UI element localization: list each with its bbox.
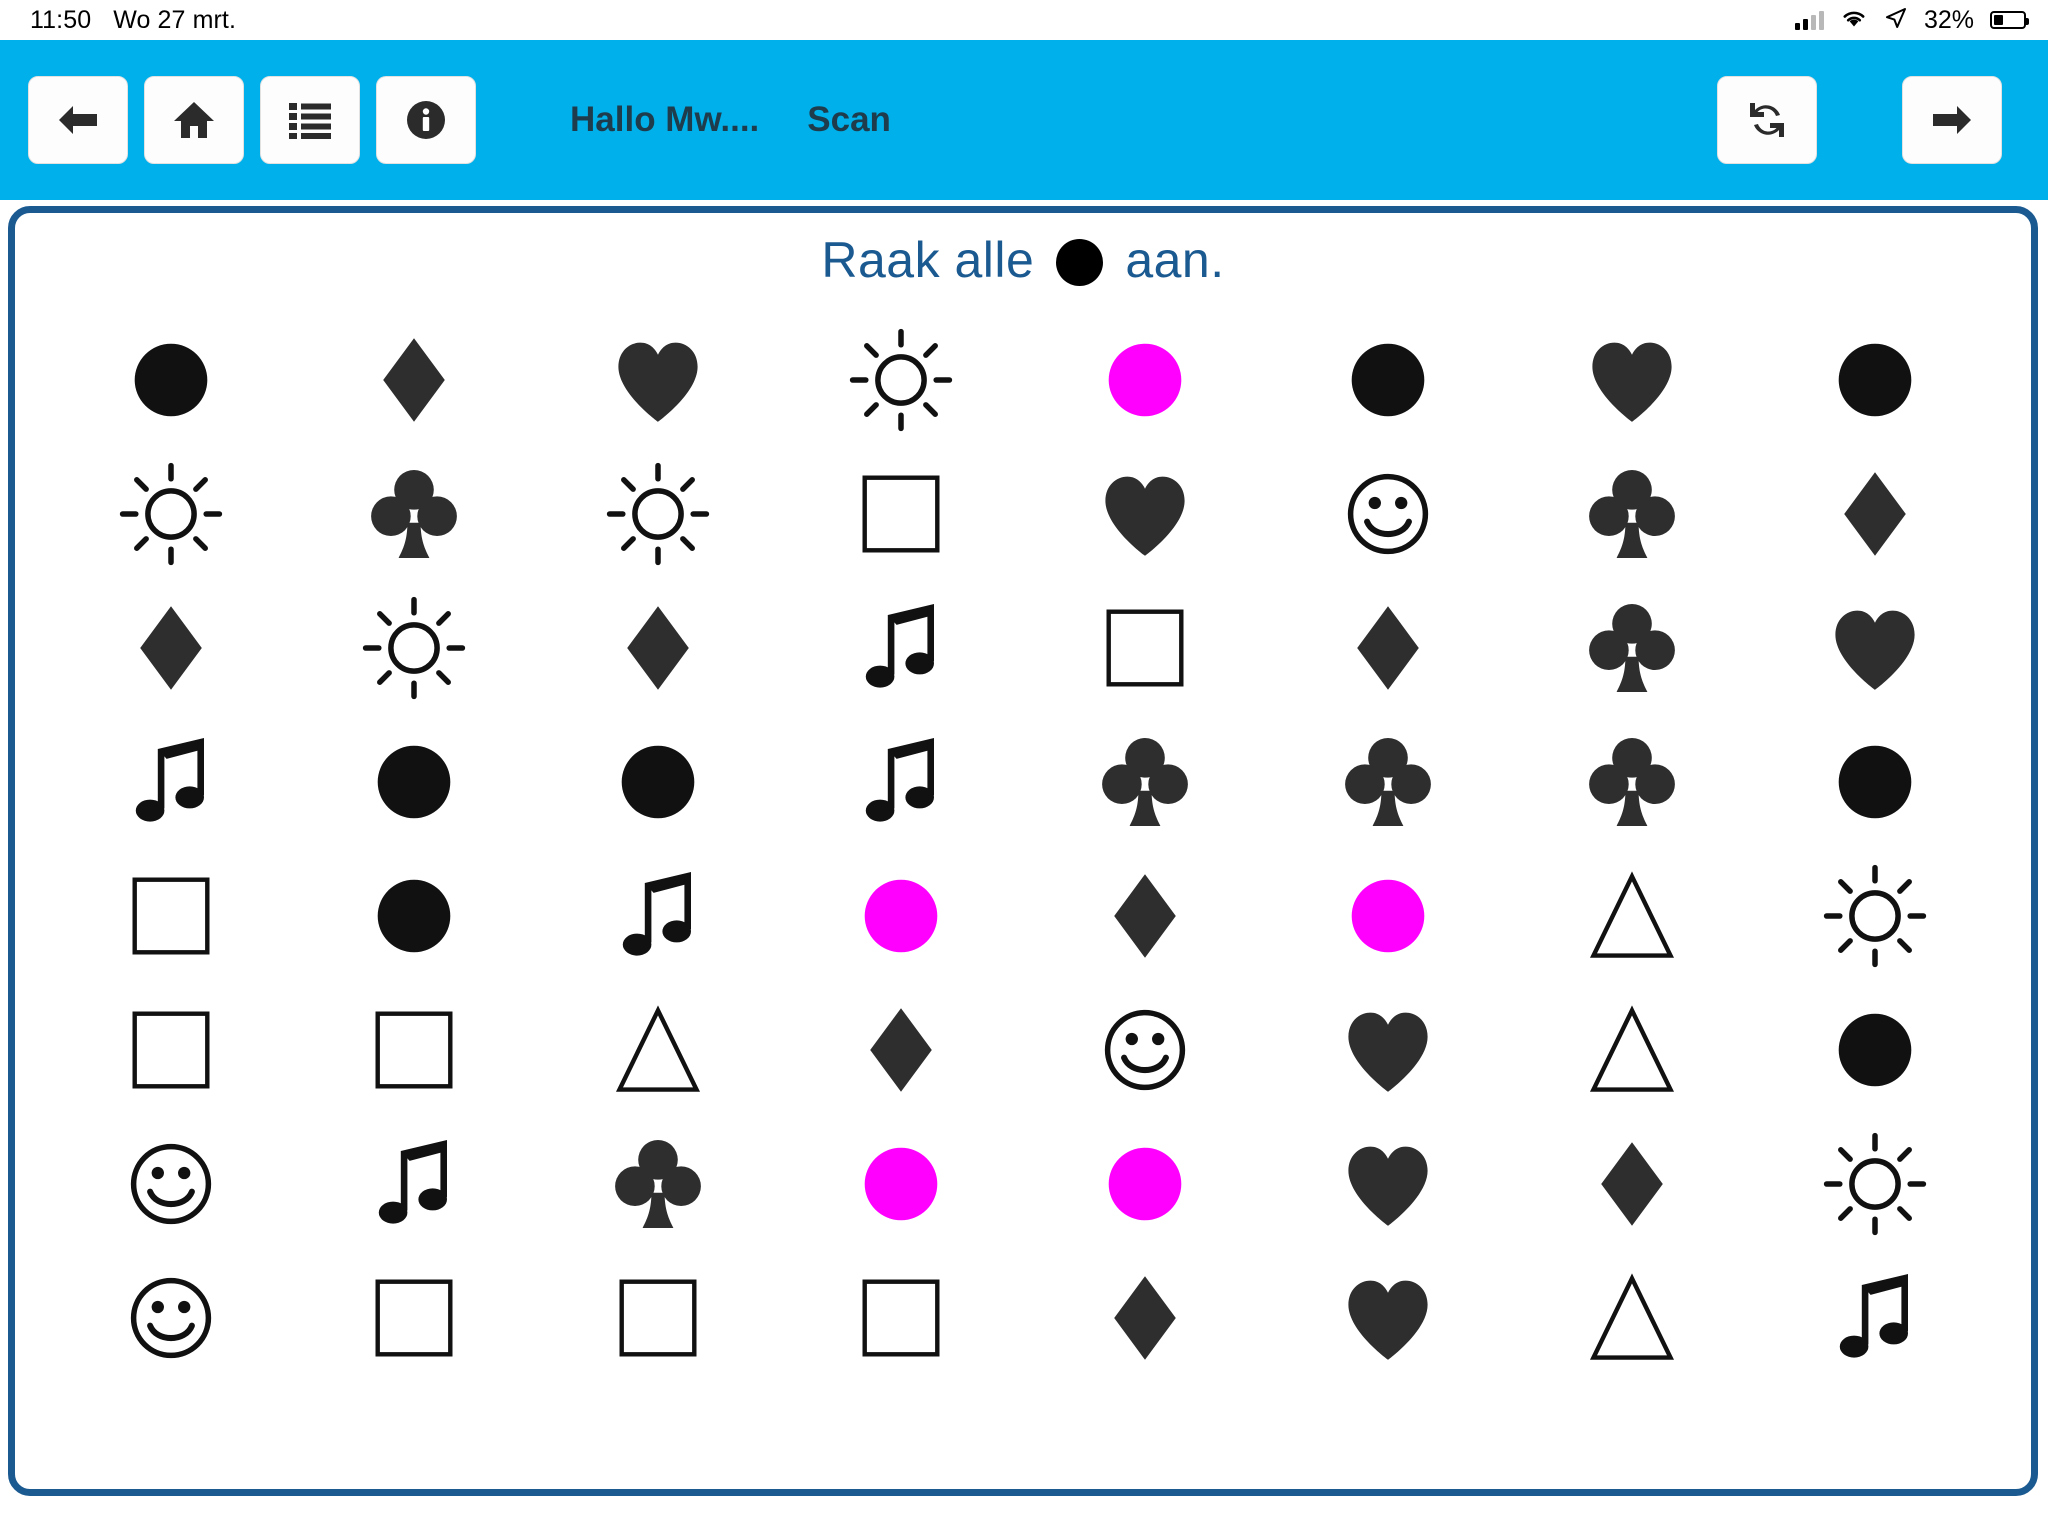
symbol-cell-heart[interactable] [1510,313,1754,447]
symbol-cell-music[interactable] [293,1117,537,1251]
symbol-cell-circle[interactable] [780,849,1024,983]
symbol-cell-heart[interactable] [536,313,780,447]
symbol-cell-sun[interactable] [780,313,1024,447]
symbol-cell-square[interactable] [293,983,537,1117]
symbol-cell-square[interactable] [1023,581,1267,715]
toolbar-title: Hallo Mw.... [570,100,760,139]
status-bar-right: 32% [1794,5,2029,35]
symbol-cell-diamond[interactable] [1754,447,1998,581]
list-icon [288,100,332,140]
info-icon [405,99,447,141]
symbol-cell-circle[interactable] [1754,983,1998,1117]
symbol-cell-diamond[interactable] [1023,849,1267,983]
symbol-cell-smiley[interactable] [1023,983,1267,1117]
symbol-cell-circle[interactable] [1023,1117,1267,1251]
home-icon [172,99,216,141]
battery-icon [1990,11,2029,29]
symbol-cell-sun[interactable] [293,581,537,715]
status-time: 11:50 [30,5,92,34]
symbol-cell-club[interactable] [536,1117,780,1251]
symbol-cell-circle[interactable] [1754,313,1998,447]
content-panel: Raak alle aan. [8,206,2038,1496]
symbol-cell-triangle[interactable] [1510,983,1754,1117]
symbol-cell-smiley[interactable] [1267,447,1511,581]
symbol-cell-diamond[interactable] [1023,1251,1267,1385]
symbol-cell-music[interactable] [780,715,1024,849]
symbol-cell-circle[interactable] [1023,313,1267,447]
symbol-cell-square[interactable] [780,447,1024,581]
symbol-cell-club[interactable] [1510,715,1754,849]
symbol-cell-heart[interactable] [1754,581,1998,715]
symbol-cell-circle[interactable] [1754,715,1998,849]
symbol-cell-sun[interactable] [536,447,780,581]
symbol-grid [15,289,2031,1385]
symbol-cell-music[interactable] [780,581,1024,715]
toolbar-subtitle: Scan [807,100,891,139]
symbol-cell-diamond[interactable] [536,581,780,715]
prompt-target-circle-icon [1056,238,1104,286]
forward-button[interactable] [1902,76,2002,164]
symbol-cell-club[interactable] [1510,447,1754,581]
refresh-icon [1745,98,1789,142]
status-date: Wo 27 mrt. [113,5,237,34]
symbol-cell-club[interactable] [1023,715,1267,849]
info-button[interactable] [376,76,476,164]
symbol-cell-club[interactable] [293,447,537,581]
symbol-cell-heart[interactable] [1267,1251,1511,1385]
symbol-cell-circle[interactable] [1267,849,1511,983]
task-prompt: Raak alle aan. [15,213,2031,289]
symbol-cell-club[interactable] [1267,715,1511,849]
symbol-cell-square[interactable] [293,1251,537,1385]
symbol-cell-square[interactable] [49,983,293,1117]
symbol-cell-music[interactable] [49,715,293,849]
battery-percent-label: 32% [1923,5,1974,34]
prompt-suffix: aan. [1125,232,1225,288]
status-bar: 11:50 Wo 27 mrt. 32% [0,0,2048,40]
symbol-cell-smiley[interactable] [49,1117,293,1251]
location-arrow-icon [1884,6,1908,35]
symbol-cell-triangle[interactable] [536,983,780,1117]
symbol-cell-circle[interactable] [293,715,537,849]
symbol-cell-diamond[interactable] [1267,581,1511,715]
list-button[interactable] [260,76,360,164]
refresh-button[interactable] [1717,76,1817,164]
back-arrow-icon [55,100,101,140]
back-button[interactable] [28,76,128,164]
symbol-cell-diamond[interactable] [293,313,537,447]
symbol-cell-sun[interactable] [1754,1117,1998,1251]
symbol-cell-heart[interactable] [1267,983,1511,1117]
symbol-cell-triangle[interactable] [1510,1251,1754,1385]
forward-arrow-icon [1929,100,1975,140]
symbol-cell-circle[interactable] [1267,313,1511,447]
symbol-cell-square[interactable] [780,1251,1024,1385]
symbol-cell-triangle[interactable] [1510,849,1754,983]
app-toolbar: Hallo Mw.... Scan [0,40,2048,200]
home-button[interactable] [144,76,244,164]
signal-bars-icon [1794,10,1824,30]
symbol-cell-diamond[interactable] [49,581,293,715]
symbol-cell-diamond[interactable] [1510,1117,1754,1251]
symbol-cell-sun[interactable] [1754,849,1998,983]
symbol-cell-club[interactable] [1510,581,1754,715]
symbol-cell-smiley[interactable] [49,1251,293,1385]
symbol-cell-heart[interactable] [1023,447,1267,581]
symbol-cell-square[interactable] [536,1251,780,1385]
wifi-icon [1840,7,1868,34]
symbol-cell-sun[interactable] [49,447,293,581]
symbol-cell-square[interactable] [49,849,293,983]
symbol-cell-music[interactable] [1754,1251,1998,1385]
symbol-cell-circle[interactable] [536,715,780,849]
symbol-cell-circle[interactable] [49,313,293,447]
status-bar-left: 11:50 Wo 27 mrt. [30,6,236,35]
prompt-prefix: Raak alle [821,232,1035,288]
symbol-cell-heart[interactable] [1267,1117,1511,1251]
symbol-cell-music[interactable] [536,849,780,983]
symbol-cell-diamond[interactable] [780,983,1024,1117]
symbol-cell-circle[interactable] [780,1117,1024,1251]
symbol-cell-circle[interactable] [293,849,537,983]
